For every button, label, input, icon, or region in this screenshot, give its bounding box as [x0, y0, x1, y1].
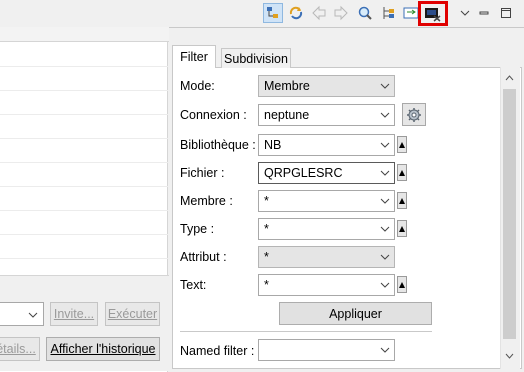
left-pane-header	[0, 27, 169, 42]
tree-icon[interactable]	[378, 3, 398, 23]
scroll-up-button[interactable]	[503, 72, 516, 84]
appliquer-label: Appliquer	[329, 306, 382, 321]
attribut-select[interactable]: *	[258, 246, 395, 268]
chevron-up-icon	[505, 75, 514, 81]
appliquer-button[interactable]: Appliquer	[279, 302, 432, 325]
connection-settings-button[interactable]	[402, 103, 426, 126]
executer-button[interactable]: Exécuter	[105, 302, 160, 326]
list-row-divider	[0, 66, 168, 67]
scrollbar-thumb[interactable]	[503, 89, 516, 339]
chevron-down-icon	[380, 198, 390, 204]
type-value: *	[264, 222, 269, 236]
mode-value: Membre	[264, 79, 310, 93]
executer-label: Exécuter	[107, 307, 158, 321]
up-triangle-icon	[399, 225, 405, 232]
sync-icon[interactable]	[286, 3, 306, 23]
maximize-icon[interactable]	[496, 3, 516, 23]
text-select[interactable]: *	[258, 274, 395, 296]
bibliotheque-label: Bibliothèque :	[180, 138, 256, 152]
attribut-label: Attribut :	[180, 250, 227, 264]
terminal-icon[interactable]	[418, 1, 448, 26]
afficher-historique-button[interactable]: Afficher l'historique	[46, 337, 160, 361]
type-label: Type :	[180, 222, 215, 236]
named-filter-label: Named filter :	[180, 344, 255, 358]
tab-filter-label: Filter	[180, 50, 208, 64]
forward-arrow-icon[interactable]	[331, 3, 351, 23]
connexion-select[interactable]: neptune	[258, 104, 395, 126]
fichier-label: Fichier :	[180, 166, 225, 180]
membre-label: Membre :	[180, 194, 233, 208]
list-row-divider	[0, 258, 168, 259]
invite-label: Invite...	[53, 307, 95, 321]
form-separator	[180, 331, 432, 332]
tab-subdivision-label: Subdivision	[224, 51, 288, 66]
view-menu-icon[interactable]	[455, 3, 475, 23]
list-row-divider	[0, 114, 168, 115]
bibliotheque-select[interactable]: NB	[258, 134, 395, 156]
invite-button[interactable]: Invite...	[50, 302, 98, 326]
details-label: étails...	[0, 342, 36, 356]
fichier-select[interactable]: QRPGLESRC	[258, 162, 395, 184]
named-filter-select[interactable]	[258, 339, 395, 361]
up-triangle-icon	[399, 169, 405, 176]
membre-value: *	[264, 194, 269, 208]
chevron-down-icon	[380, 282, 390, 288]
gear-icon	[407, 107, 421, 122]
find-icon[interactable]	[355, 3, 375, 23]
hierarchy-icon[interactable]	[263, 3, 283, 23]
type-prompt-button[interactable]	[397, 220, 407, 237]
list-row-divider	[0, 138, 168, 139]
chevron-down-icon	[380, 112, 390, 118]
membre-select[interactable]: *	[258, 190, 395, 212]
chevron-down-icon	[380, 83, 390, 89]
tab-subdivision[interactable]: Subdivision	[221, 48, 291, 68]
top-toolbar	[0, 0, 524, 27]
chevron-down-icon	[380, 347, 390, 353]
chevron-down-icon	[505, 353, 514, 359]
chevron-down-icon	[380, 226, 390, 232]
list-row-divider	[0, 234, 168, 235]
up-triangle-icon	[399, 141, 405, 148]
list-row-divider	[0, 162, 168, 163]
list-row-divider	[0, 186, 168, 187]
type-select[interactable]: *	[258, 218, 395, 240]
bibliotheque-prompt-button[interactable]	[397, 136, 407, 153]
membre-prompt-button[interactable]	[397, 192, 407, 209]
scroll-down-button[interactable]	[503, 350, 516, 362]
mode-label: Mode:	[180, 79, 215, 93]
chevron-down-icon	[380, 142, 390, 148]
mode-select[interactable]: Membre	[258, 75, 395, 97]
attribut-value: *	[264, 250, 269, 264]
connexion-label: Connexion :	[180, 108, 247, 122]
text-label: Text:	[180, 278, 207, 292]
command-combo[interactable]	[0, 302, 44, 326]
details-button[interactable]: étails...	[0, 337, 40, 361]
connexion-value: neptune	[264, 108, 310, 122]
text-value: *	[264, 278, 269, 292]
bibliotheque-value: NB	[264, 138, 282, 152]
chevron-down-icon	[380, 170, 390, 176]
back-arrow-icon[interactable]	[309, 3, 329, 23]
text-prompt-button[interactable]	[397, 276, 407, 293]
fichier-prompt-button[interactable]	[397, 164, 407, 181]
list-row-divider	[0, 90, 168, 91]
chevron-down-icon	[380, 254, 390, 260]
up-triangle-icon	[399, 281, 405, 288]
up-triangle-icon	[399, 197, 405, 204]
list-row-divider	[0, 210, 168, 211]
minimize-icon[interactable]	[474, 3, 494, 23]
fichier-value: QRPGLESRC	[264, 166, 343, 180]
tab-filter[interactable]: Filter	[172, 45, 216, 68]
afficher-historique-label: Afficher l'historique	[50, 342, 156, 356]
